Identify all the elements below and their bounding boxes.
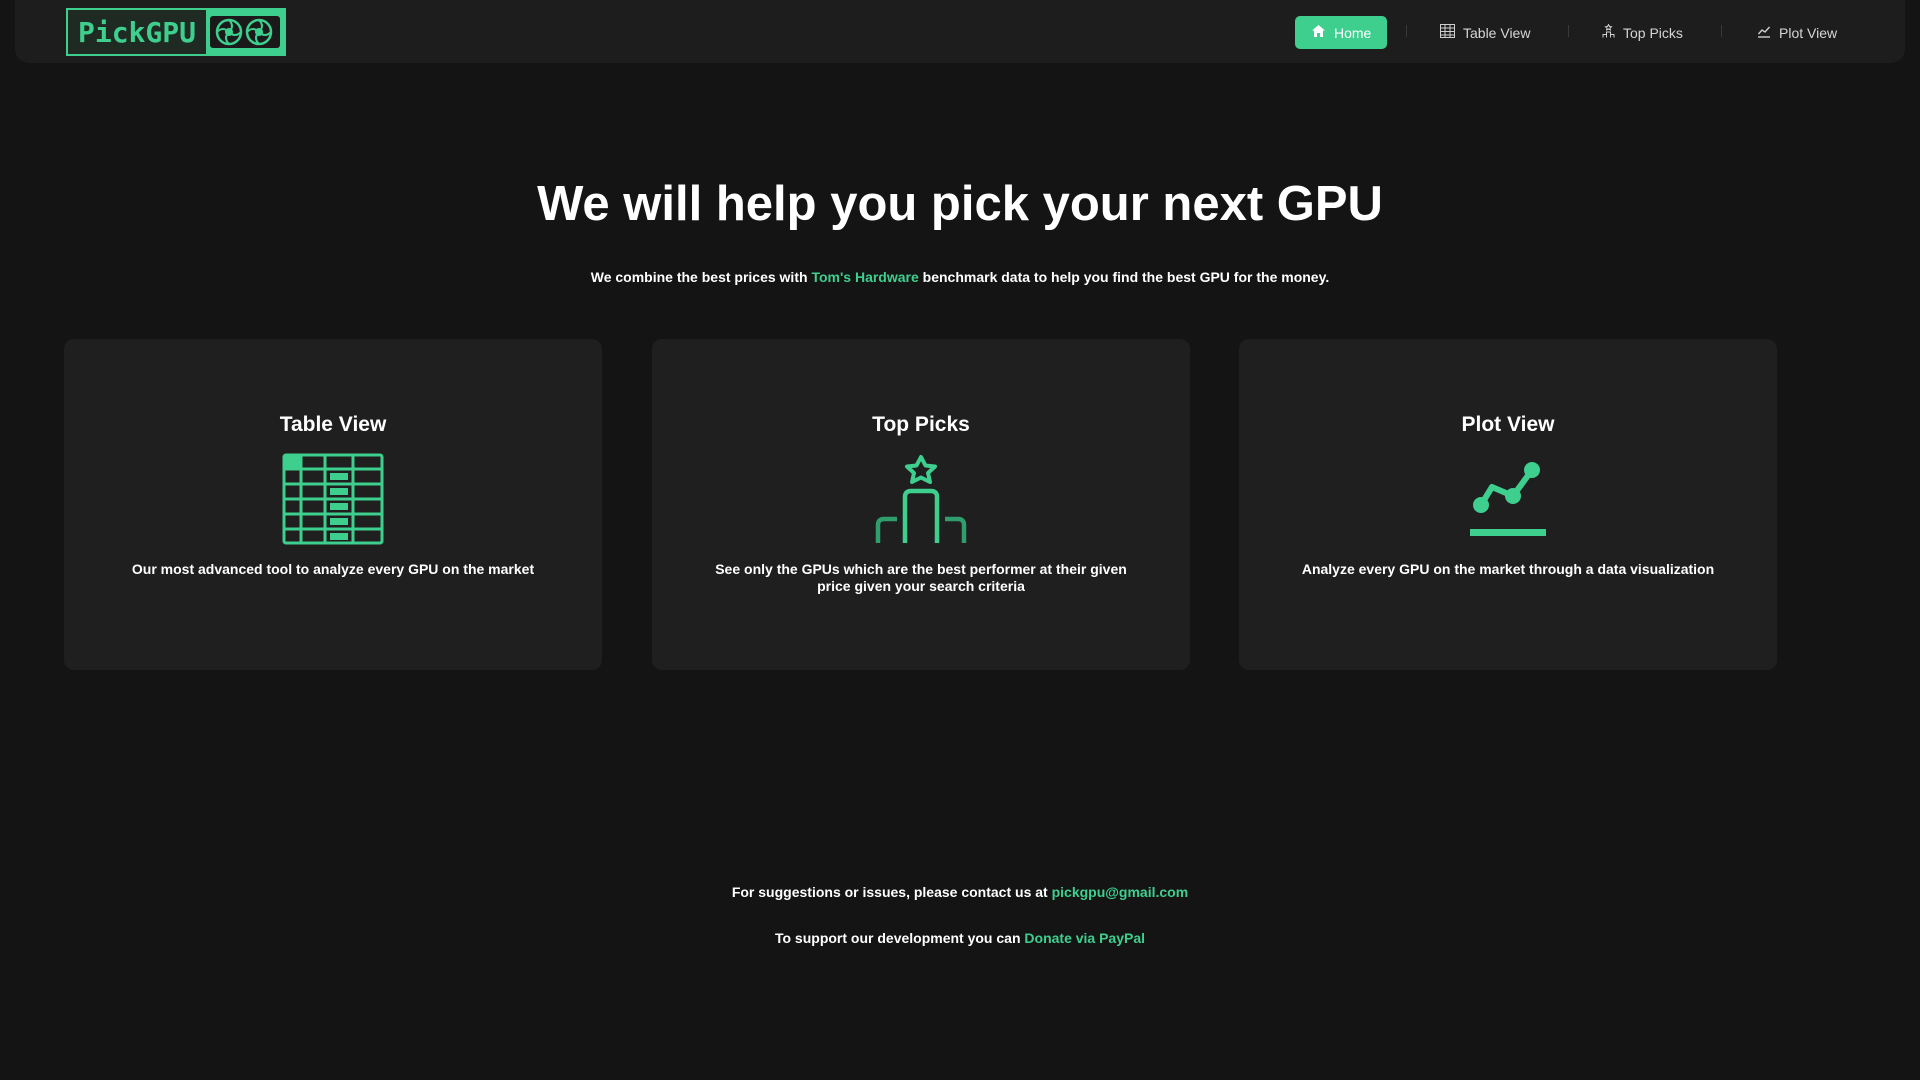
table-icon [1440,24,1455,41]
plot-view-card[interactable]: Plot View Analyze every GPU on the marke… [1239,339,1777,670]
contact-text: For suggestions or issues, please contac… [731,884,1052,900]
nav-table-view-label: Table View [1463,24,1531,41]
line-chart-icon [1468,453,1548,545]
nav-divider [1721,25,1722,37]
logo[interactable]: PickGPU [66,8,286,56]
nav-table-view-link[interactable]: Table View [1424,16,1546,49]
podium-icon [1602,23,1615,41]
nav-plot-view-link[interactable]: Plot View [1741,16,1853,49]
donate-paypal-link[interactable]: Donate via PayPal [1024,930,1145,946]
gpu-card-icon [206,10,284,54]
card-description: Analyze every GPU on the market through … [1301,561,1715,577]
contact-email-link[interactable]: pickgpu@gmail.com [1052,884,1189,900]
nav-divider [1406,25,1407,37]
hero-subtitle: We combine the best prices with Tom's Ha… [0,269,1920,285]
table-icon [282,453,384,545]
nav-divider [1568,25,1569,37]
card-title: Top Picks [872,413,970,436]
nav-top-picks-link[interactable]: Top Picks [1586,16,1699,49]
donate-text: To support our development you can [774,930,1025,946]
donate-line: To support our development you can Donat… [0,930,1920,946]
nav-top-picks-label: Top Picks [1623,24,1683,41]
card-description: Our most advanced tool to analyze every … [131,561,535,577]
table-view-card[interactable]: Table View Our most advanced tool to ana… [64,339,602,670]
hero-subtitle-pre: We combine the best prices with [590,269,812,285]
nav-home-button[interactable]: Home [1295,16,1388,49]
chart-icon [1757,24,1771,41]
nav-plot-view-label: Plot View [1779,24,1838,41]
top-picks-card[interactable]: Top Picks See only the GPUs which are th… [652,339,1190,670]
toms-hardware-link[interactable]: Tom's Hardware [811,269,918,285]
podium-star-icon [875,453,967,545]
hero-subtitle-post: benchmark data to help you find the best… [918,269,1330,285]
card-description: See only the GPUs which are the best per… [715,561,1127,594]
home-icon [1311,24,1326,41]
page: PickGPU Home Table View Top Picks Plot V… [0,0,1920,1080]
nav-home-label: Home [1334,24,1372,41]
contact-line: For suggestions or issues, please contac… [0,884,1920,900]
logo-text: PickGPU [68,10,206,54]
card-title: Plot View [1461,413,1555,436]
card-title: Table View [279,413,387,436]
page-title: We will help you pick your next GPU [537,177,1383,231]
